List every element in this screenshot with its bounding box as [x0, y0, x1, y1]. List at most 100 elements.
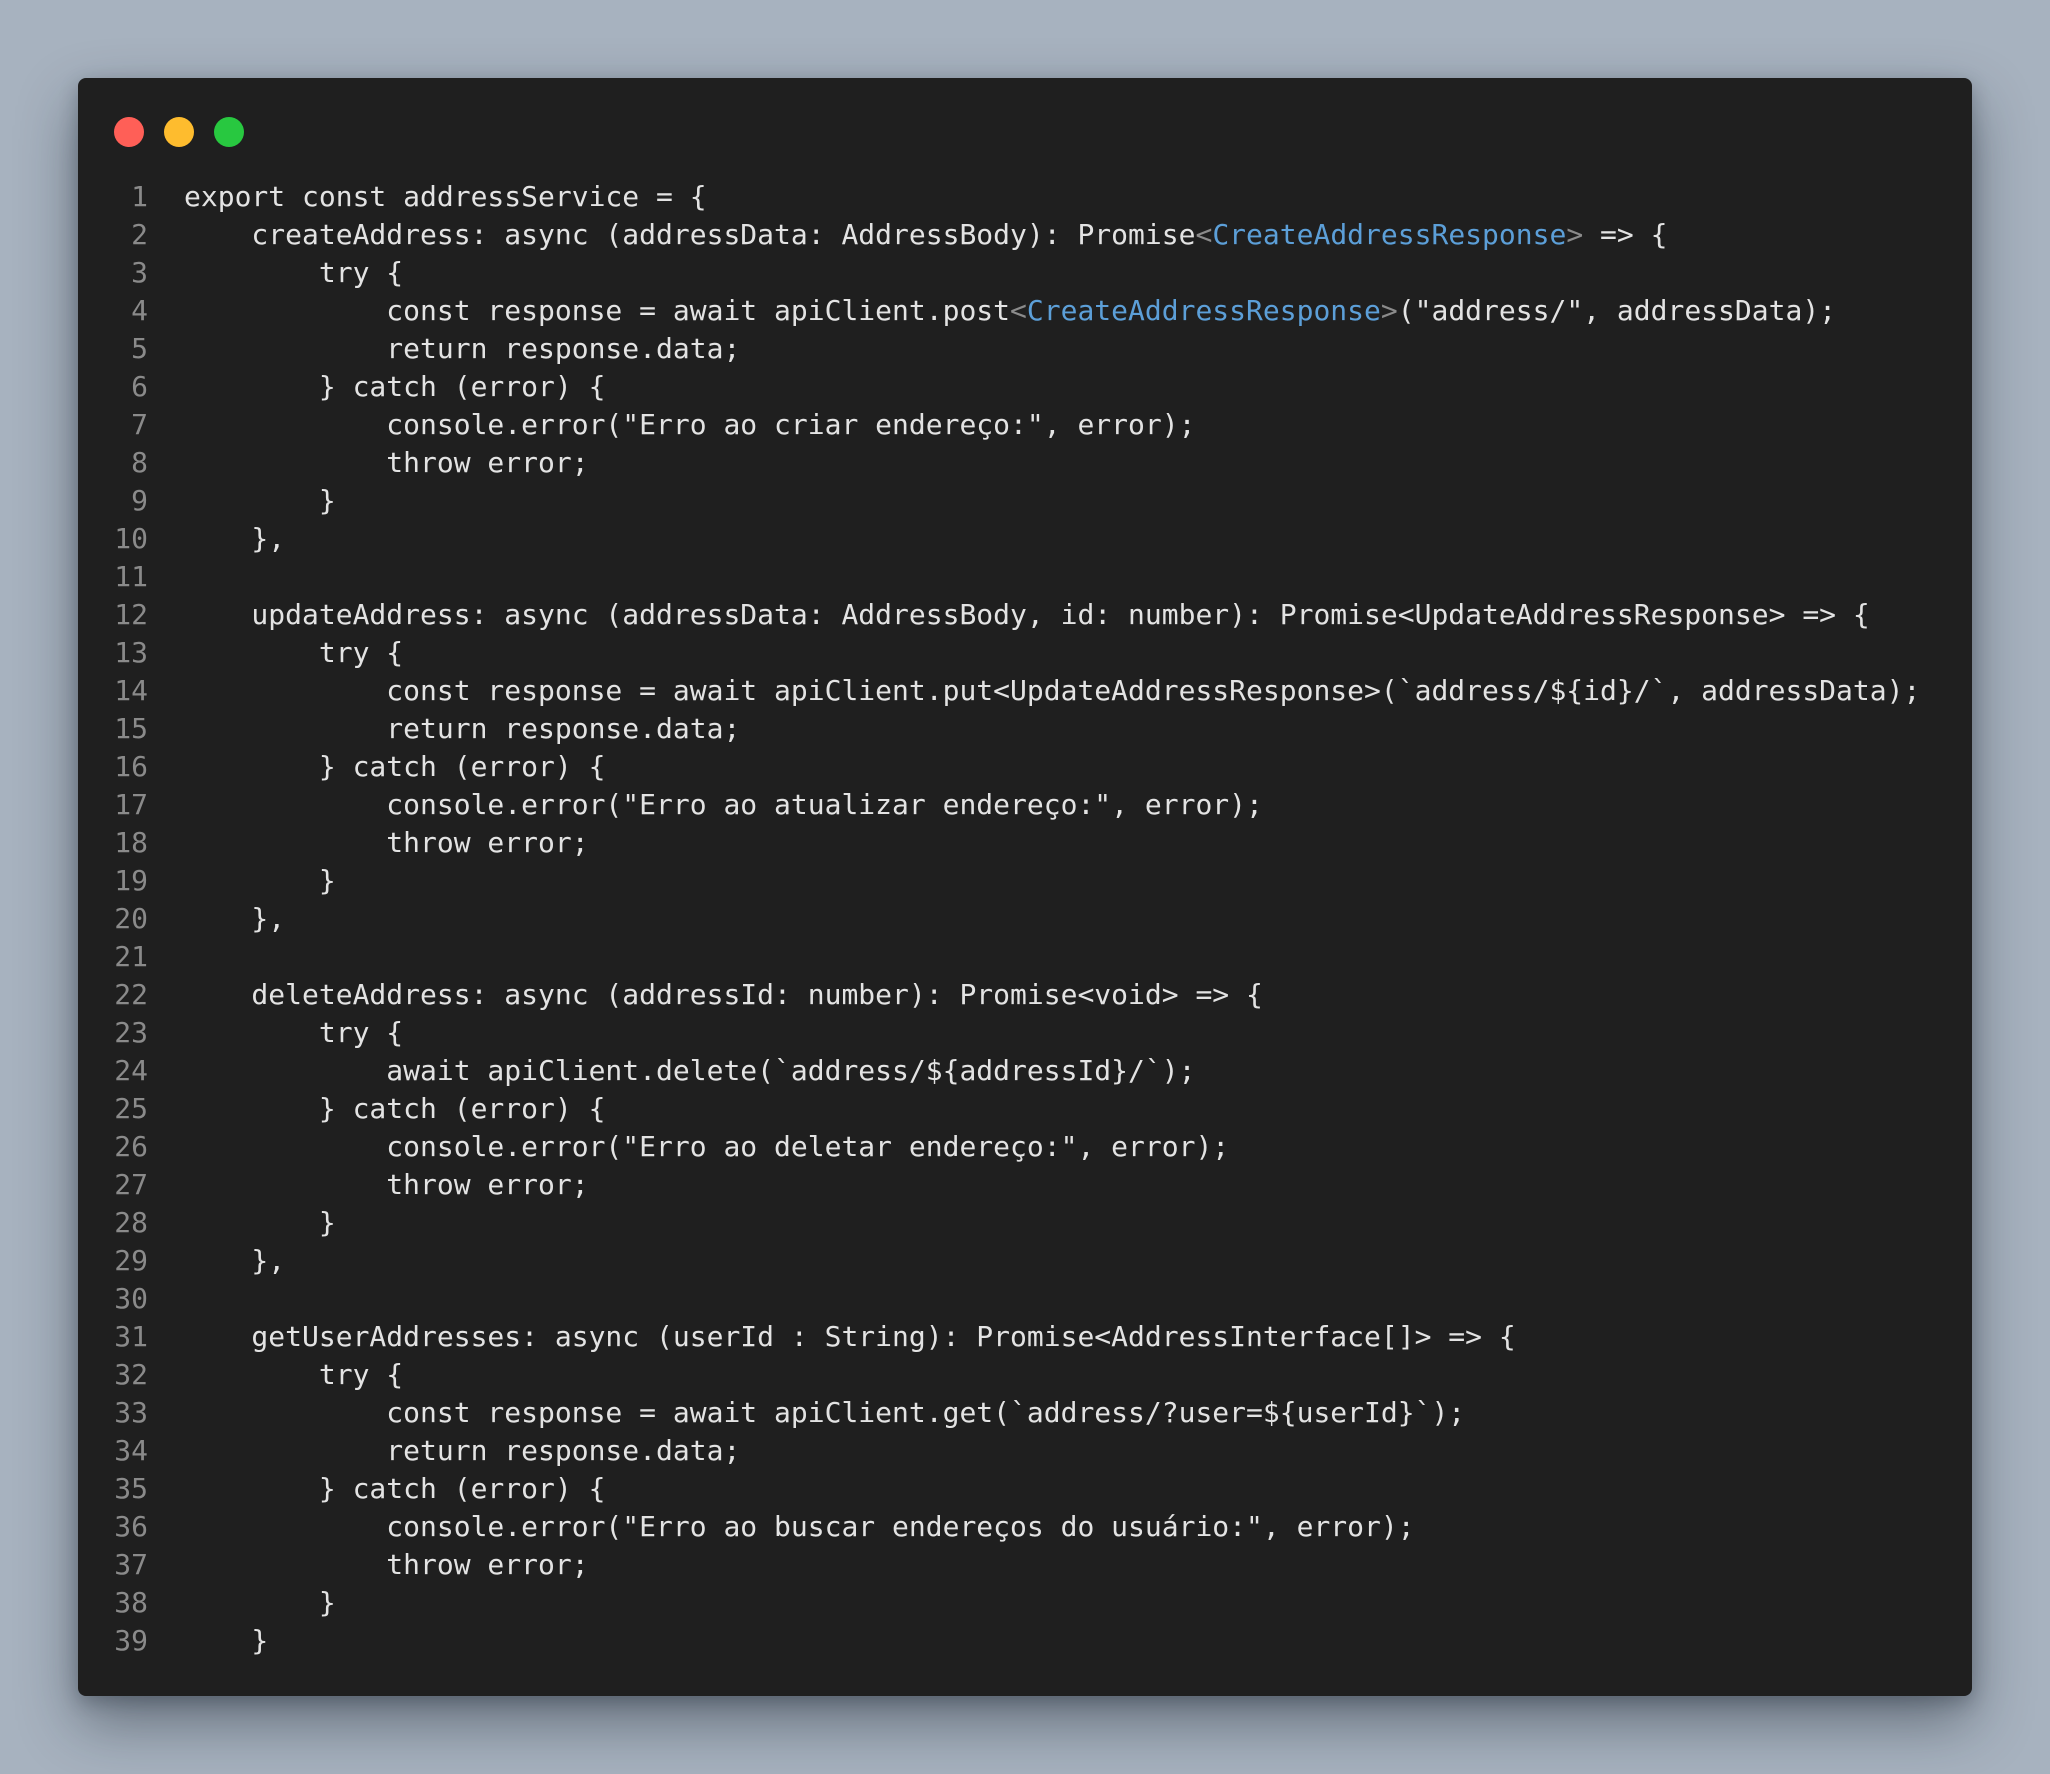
code-token: throw error; [184, 1548, 589, 1581]
code-line: 17 console.error("Erro ao atualizar ende… [78, 786, 1972, 824]
line-text: throw error; [184, 444, 588, 482]
code-line: 29 }, [78, 1242, 1972, 1280]
code-line: 7 console.error("Erro ao criar endereço:… [78, 406, 1972, 444]
code-token: const response = await apiClient.post [184, 294, 1011, 327]
line-number: 10 [114, 522, 148, 555]
line-number: 32 [114, 1358, 148, 1391]
line-text: } [184, 1622, 268, 1660]
code-token: updateAddress: async (addressData: Addre… [184, 598, 1870, 631]
code-line: 2 createAddress: async (addressData: Add… [78, 216, 1972, 254]
line-text: return response.data; [184, 710, 740, 748]
line-number: 22 [114, 978, 148, 1011]
code-token: } [184, 484, 336, 517]
code-line: 35 } catch (error) { [78, 1470, 1972, 1508]
line-text: export const addressService = { [184, 178, 707, 216]
code-line: 1 export const addressService = { [78, 178, 1972, 216]
code-token: console.error("Erro ao deletar endereço:… [184, 1130, 1230, 1163]
line-text: throw error; [184, 1166, 589, 1204]
code-line: 27 throw error; [78, 1166, 1972, 1204]
line-number: 16 [114, 750, 148, 783]
line-text: const response = await apiClient.put<Upd… [184, 672, 1920, 710]
code-token: const response = await apiClient.put<Upd… [184, 674, 1921, 707]
line-text: createAddress: async (addressData: Addre… [184, 216, 1667, 254]
line-number: 36 [114, 1510, 148, 1543]
line-text: console.error("Erro ao atualizar endereç… [184, 786, 1263, 824]
code-token: try { [184, 636, 404, 669]
code-token: } catch (error) { [184, 1472, 606, 1505]
code-line: 15 return response.data; [78, 710, 1972, 748]
code-line: 28 } [78, 1204, 1972, 1242]
code-line: 20 }, [78, 900, 1972, 938]
line-number: 26 [114, 1130, 148, 1163]
line-text: console.error("Erro ao criar endereço:",… [184, 406, 1195, 444]
line-number: 33 [114, 1396, 148, 1429]
code-token: try { [184, 256, 404, 289]
code-token: throw error; [184, 1168, 589, 1201]
line-number: 30 [114, 1282, 148, 1315]
code-token: } [184, 1206, 336, 1239]
code-line: 16 } catch (error) { [78, 748, 1972, 786]
line-number: 13 [114, 636, 148, 669]
line-number: 23 [114, 1016, 148, 1049]
line-text: }, [184, 1242, 285, 1280]
line-text: try { [184, 634, 403, 672]
code-token: < [1010, 294, 1027, 327]
line-number: 1 [131, 180, 148, 213]
line-text: try { [184, 254, 403, 292]
line-number: 19 [114, 864, 148, 897]
close-button[interactable] [114, 117, 144, 147]
code-line: 31 getUserAddresses: async (userId : Str… [78, 1318, 1972, 1356]
code-token: }, [184, 1244, 286, 1277]
maximize-button[interactable] [214, 117, 244, 147]
line-text: deleteAddress: async (addressId: number)… [184, 976, 1262, 1014]
code-token: } [184, 1624, 269, 1657]
line-number: 4 [131, 294, 148, 327]
code-line: 34 return response.data; [78, 1432, 1972, 1470]
line-number: 24 [114, 1054, 148, 1087]
code-line: 22 deleteAddress: async (addressId: numb… [78, 976, 1972, 1014]
line-number: 14 [114, 674, 148, 707]
line-text: updateAddress: async (addressData: Addre… [184, 596, 1870, 634]
line-text: return response.data; [184, 1432, 740, 1470]
code-line: 9 } [78, 482, 1972, 520]
code-token: return response.data; [184, 712, 741, 745]
line-text: } [184, 862, 336, 900]
line-text: }, [184, 520, 285, 558]
line-number: 2 [131, 218, 148, 251]
line-number: 27 [114, 1168, 148, 1201]
code-token: throw error; [184, 826, 589, 859]
code-line: 6 } catch (error) { [78, 368, 1972, 406]
code-block: 1 export const addressService = {2 create… [78, 178, 1972, 1660]
code-line: 18 throw error; [78, 824, 1972, 862]
minimize-button[interactable] [164, 117, 194, 147]
code-token: try { [184, 1358, 404, 1391]
line-number: 37 [114, 1548, 148, 1581]
line-text: const response = await apiClient.get(`ad… [184, 1394, 1465, 1432]
window-controls [114, 117, 244, 147]
line-number: 12 [114, 598, 148, 631]
code-token: } catch (error) { [184, 370, 606, 403]
line-text: throw error; [184, 824, 589, 862]
line-number: 9 [131, 484, 148, 517]
code-line: 12 updateAddress: async (addressData: Ad… [78, 596, 1972, 634]
code-line: 4 const response = await apiClient.post<… [78, 292, 1972, 330]
code-line: 36 console.error("Erro ao buscar endereç… [78, 1508, 1972, 1546]
code-token: await apiClient.delete(`address/${addres… [184, 1054, 1196, 1087]
line-number: 35 [114, 1472, 148, 1505]
code-line: 19 } [78, 862, 1972, 900]
code-token: => { [1583, 218, 1668, 251]
code-line: 5 return response.data; [78, 330, 1972, 368]
code-token: } catch (error) { [184, 750, 606, 783]
code-token: getUserAddresses: async (userId : String… [184, 1320, 1516, 1353]
code-token: < [1195, 218, 1213, 251]
code-line: 14 const response = await apiClient.put<… [78, 672, 1972, 710]
code-window: 1 export const addressService = {2 create… [78, 78, 1972, 1696]
code-token: }, [184, 522, 286, 555]
code-token: } [184, 1586, 336, 1619]
line-number: 18 [114, 826, 148, 859]
line-text: }, [184, 900, 285, 938]
line-number: 25 [114, 1092, 148, 1125]
line-number: 20 [114, 902, 148, 935]
line-number: 39 [114, 1624, 148, 1657]
code-token: return response.data; [184, 332, 741, 365]
